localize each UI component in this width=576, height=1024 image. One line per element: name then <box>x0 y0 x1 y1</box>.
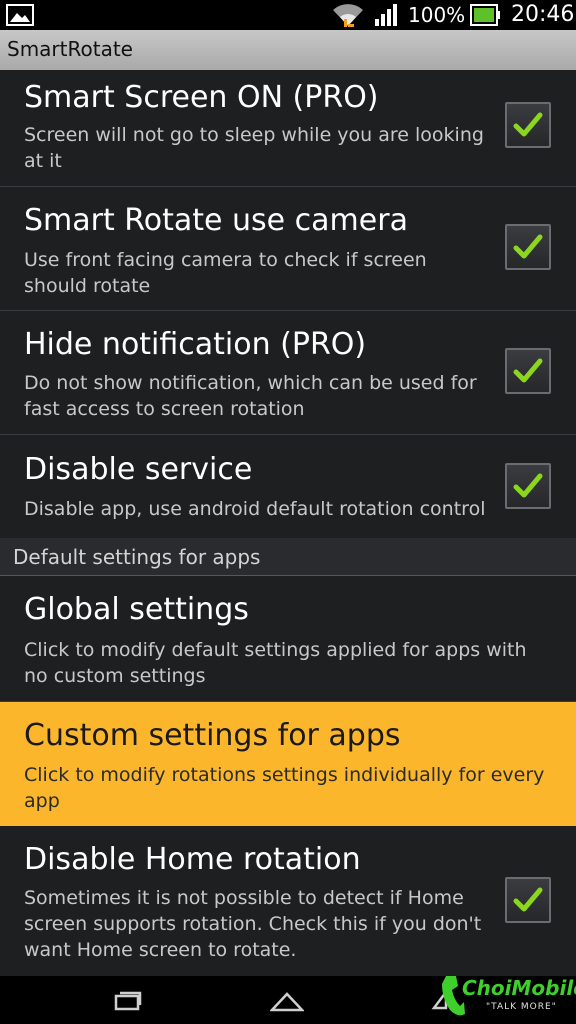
pref-summary: Do not show notification, which can be u… <box>24 372 477 420</box>
pref-smart-rotate-camera[interactable]: Smart Rotate use camera Use front facing… <box>0 187 576 311</box>
battery-percent: 100% <box>408 3 466 27</box>
pref-title: Smart Screen ON (PRO) <box>24 80 379 115</box>
watermark-tagline: "TALK MORE" <box>486 1002 557 1012</box>
app-bar: SmartRotate <box>0 30 576 70</box>
pref-summary: Disable app, use android default rotatio… <box>24 498 486 520</box>
pref-summary: Screen will not go to sleep while you ar… <box>24 124 484 172</box>
clock: 20:46 <box>511 2 575 27</box>
checkbox[interactable] <box>505 102 551 148</box>
check-icon <box>513 358 543 383</box>
home-icon[interactable] <box>270 990 304 1012</box>
pref-disable-service[interactable]: Disable service Disable app, use android… <box>0 435 576 538</box>
pref-title: Disable service <box>24 452 253 487</box>
app-title: SmartRotate <box>7 37 133 61</box>
checkbox[interactable] <box>505 463 551 509</box>
pref-global-settings[interactable]: Global settings Click to modify default … <box>0 576 576 702</box>
pref-summary: Click to modify rotations settings indiv… <box>24 764 545 812</box>
pref-summary: Sometimes it is not possible to detect i… <box>24 887 482 961</box>
pref-summary: Click to modify default settings applied… <box>24 639 527 687</box>
pref-title: Disable Home rotation <box>24 842 361 877</box>
check-icon <box>513 234 543 259</box>
check-icon <box>513 887 543 912</box>
check-icon <box>513 473 543 498</box>
checkbox[interactable] <box>505 877 551 923</box>
wifi-icon <box>333 4 363 27</box>
recent-apps-icon[interactable] <box>114 991 142 1011</box>
checkbox[interactable] <box>505 224 551 270</box>
check-icon <box>513 112 543 137</box>
pref-disable-home-rotation[interactable]: Disable Home rotation Sometimes it is no… <box>0 826 576 976</box>
pref-hide-notification[interactable]: Hide notification (PRO) Do not show noti… <box>0 311 576 435</box>
checkbox[interactable] <box>505 348 551 394</box>
signal-icon <box>375 4 397 26</box>
pref-title: Smart Rotate use camera <box>24 203 408 238</box>
pref-title: Global settings <box>24 592 249 627</box>
pref-summary: Use front facing camera to check if scre… <box>24 249 427 297</box>
category-header: Default settings for apps <box>0 538 576 576</box>
battery-icon <box>470 4 500 26</box>
watermark-logo: ChoiMobile "TALK MORE" <box>440 972 576 1024</box>
pref-title: Hide notification (PRO) <box>24 327 367 362</box>
picture-icon <box>6 4 34 26</box>
pref-title: Custom settings for apps <box>24 718 401 753</box>
pref-custom-settings-apps[interactable]: Custom settings for apps Click to modify… <box>0 702 576 826</box>
watermark-text: ChoiMobile <box>462 976 576 1000</box>
status-bar: 100% 20:46 <box>0 0 576 30</box>
pref-smart-screen-on[interactable]: Smart Screen ON (PRO) Screen will not go… <box>0 70 576 187</box>
category-label: Default settings for apps <box>13 545 261 569</box>
